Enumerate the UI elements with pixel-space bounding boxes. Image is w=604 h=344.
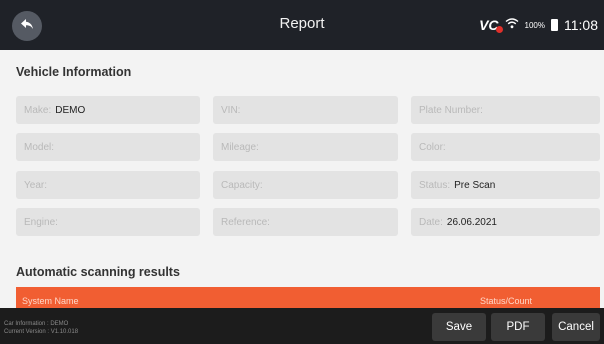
- reference-field: Reference:: [213, 208, 398, 236]
- vci-connection-icon: VC: [479, 17, 503, 33]
- vehicle-info-title: Vehicle Information: [16, 65, 132, 79]
- mileage-field: Mileage:: [213, 133, 398, 161]
- make-field: Make: DEMO: [16, 96, 200, 124]
- wifi-icon: [505, 16, 519, 34]
- status-field: Status: Pre Scan: [411, 171, 600, 199]
- cancel-button[interactable]: Cancel: [552, 313, 600, 341]
- status-area: VC 100% 11:08: [479, 16, 598, 34]
- scan-results-title: Automatic scanning results: [16, 265, 180, 279]
- engine-field: Engine:: [16, 208, 200, 236]
- column-header-status-count: Status/Count: [480, 296, 533, 306]
- car-info: Car Information : DEMO Current Version :…: [4, 321, 79, 335]
- pdf-button[interactable]: PDF: [491, 313, 545, 341]
- plate-number-field: Plate Number:: [411, 96, 600, 124]
- column-header-system-name: System Name: [22, 296, 79, 306]
- capacity-field: Capacity:: [213, 171, 398, 199]
- battery-percent: 100%: [524, 20, 545, 30]
- save-button[interactable]: Save: [432, 313, 486, 341]
- report-content: Vehicle Information Make: DEMO VIN: Plate…: [10, 50, 600, 308]
- year-field: Year:: [16, 171, 200, 199]
- vin-field: VIN:: [213, 96, 398, 124]
- color-field: Color:: [411, 133, 600, 161]
- scan-results-table-header: System Name Status/Count: [16, 287, 600, 308]
- date-field: Date: 26.06.2021: [411, 208, 600, 236]
- bottom-bar: Car Information : DEMO Current Version :…: [0, 308, 604, 344]
- top-bar: Report VC 100% 11:08: [0, 0, 604, 50]
- clock: 11:08: [564, 17, 598, 33]
- battery-icon: [551, 19, 558, 31]
- model-field: Model:: [16, 133, 200, 161]
